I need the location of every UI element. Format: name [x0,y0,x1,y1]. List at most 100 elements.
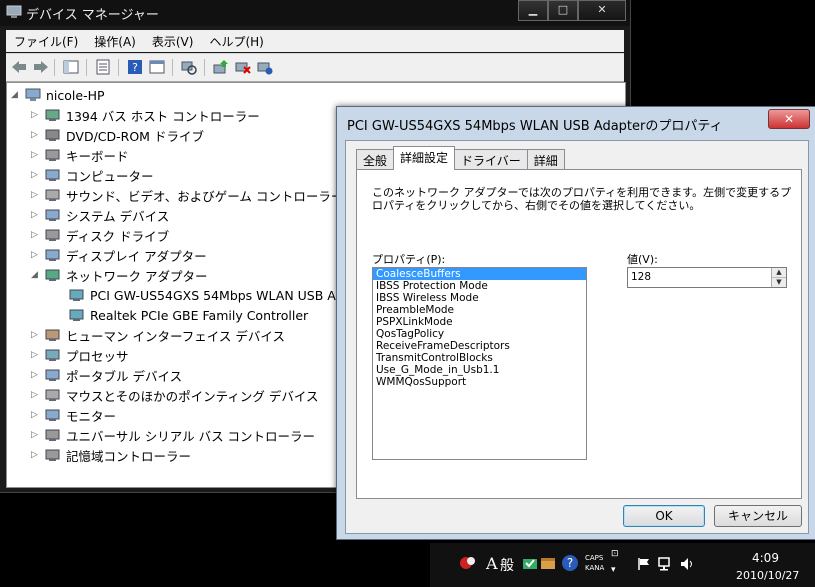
tree-item[interactable]: ▷ ユニバーサル シリアル バス コントローラー [31,425,315,445]
tree-item[interactable]: ▷ システム デバイス [31,205,169,225]
tree-item-label: ディスプレイ アダプター [66,248,207,264]
tree-item[interactable]: ▷ ディスク ドライブ [31,225,169,245]
help-icon[interactable]: ? [561,554,579,572]
device-category-icon [45,329,60,341]
tree-item[interactable]: ▷ マウスとそのほかのポインティング デバイス [31,385,318,405]
enable-device-icon[interactable] [256,59,274,75]
console-tree-icon[interactable] [62,59,80,75]
expand-arrow-icon[interactable]: ▷ [31,390,41,400]
device-category-icon [45,229,60,241]
tree-item[interactable]: ▷ DVD/CD-ROM ドライブ [31,125,204,145]
property-list[interactable]: CoalesceBuffers IBSS Protection Mode IBSS … [372,267,587,460]
tree-item[interactable]: Realtek PCIe GBE Family Controller [55,305,308,325]
expand-arrow-icon[interactable]: ▷ [31,330,41,340]
property-item[interactable]: CoalesceBuffers [373,268,586,280]
property-item[interactable]: IBSS Wireless Mode [373,292,586,304]
ime-pad-icon[interactable] [522,555,538,571]
dialog-close-button[interactable]: ✕ [768,109,810,129]
tree-item-label: ディスク ドライブ [66,228,170,244]
minimize-button[interactable]: ▁ [518,0,548,21]
uninstall-icon[interactable] [234,59,252,75]
tree-item[interactable]: ▷ 記憶域コントローラー [31,445,191,465]
expand-arrow-icon[interactable]: ▷ [31,410,41,420]
clock-date[interactable]: 2010/10/27 [736,569,799,582]
value-label: 値(V): [627,253,658,266]
tree-item[interactable]: ◢ ネットワーク アダプター [31,265,207,285]
title-bar[interactable]: デバイス マネージャー ▁ □ ✕ [0,0,630,26]
spin-up-icon[interactable]: ▲ [771,268,786,277]
tree-item[interactable]: ▷ 1394 バス ホスト コントローラー [31,105,260,125]
forward-icon[interactable] [32,59,50,75]
ime-tool-icon[interactable] [540,555,556,571]
menu-action[interactable]: 操作(A) [86,30,144,52]
expand-arrow-icon[interactable]: ▷ [31,430,41,440]
tab-details[interactable]: 詳細 [526,149,565,170]
scan-hardware-icon[interactable] [180,59,198,75]
ok-button[interactable]: OK [623,505,705,527]
tab-driver[interactable]: ドライバー [454,149,528,170]
tree-item[interactable]: ▷ キーボード [31,145,129,165]
tree-item[interactable]: ▷ モニター [31,405,116,425]
collapse-arrow-icon[interactable]: ◢ [11,90,21,100]
help-icon[interactable]: ? [126,59,144,75]
tree-item-label: PCI GW-US54GXS 54Mbps WLAN USB Adapter [90,287,377,303]
window-controls: ▁ □ ✕ [518,0,626,21]
maximize-button[interactable]: □ [548,0,578,21]
property-item[interactable]: PSPXLinkMode [373,316,586,328]
view-icon[interactable] [148,59,166,75]
cancel-button[interactable]: キャンセル [714,505,802,527]
tree-item[interactable]: ▷ サウンド、ビデオ、およびゲーム コントローラー [31,185,343,205]
tree-item[interactable]: ▷ ディスプレイ アダプター [31,245,207,265]
volume-icon[interactable] [680,556,696,572]
value-input[interactable] [631,270,769,284]
device-category-icon [45,409,60,421]
property-item[interactable]: Use_G_Mode_in_Usb1.1 [373,364,586,376]
action-center-flag-icon[interactable] [637,557,651,571]
property-item[interactable]: ReceiveFrameDescriptors [373,340,586,352]
property-item[interactable]: WMMQosSupport [373,376,586,388]
expand-arrow-icon[interactable]: ▷ [31,250,41,260]
back-icon[interactable] [10,59,28,75]
clock-time[interactable]: 4:09 [752,551,779,565]
dialog-title[interactable]: PCI GW-US54GXS 54Mbps WLAN USB Adapterのプ… [347,115,723,134]
expand-arrow-icon[interactable]: ▷ [31,230,41,240]
tree-item[interactable]: ▷ プロセッサ [31,345,129,365]
ime-conversion-mode[interactable]: 般 [500,555,514,575]
menu-help[interactable]: ヘルプ(H) [201,30,271,52]
menu-view[interactable]: 表示(V) [144,30,202,52]
expand-arrow-icon[interactable]: ▷ [31,450,41,460]
expand-arrow-icon[interactable]: ▷ [31,190,41,200]
expand-arrow-icon[interactable]: ▷ [31,170,41,180]
tree-item-label: マウスとそのほかのポインティング デバイス [66,388,319,404]
update-driver-icon[interactable] [212,59,230,75]
tree-root[interactable]: ◢ nicole-HP [11,85,105,105]
spin-down-icon[interactable]: ▼ [771,277,786,287]
property-item[interactable]: TransmitControlBlocks [373,352,586,364]
property-item[interactable]: IBSS Protection Mode [373,280,586,292]
property-item[interactable]: PreambleMode [373,304,586,316]
property-item[interactable]: QosTagPolicy [373,328,586,340]
tree-item[interactable]: ▷ ヒューマン インターフェイス デバイス [31,325,285,345]
expand-arrow-icon[interactable]: ▷ [31,130,41,140]
tree-item[interactable]: PCI GW-US54GXS 54Mbps WLAN USB Adapter [55,285,377,305]
expand-arrow-icon[interactable]: ▷ [31,110,41,120]
ime-options-icon[interactable]: ⊡ [611,549,619,559]
tab-general[interactable]: 全般 [356,149,395,170]
expand-arrow-icon[interactable]: ▷ [31,150,41,160]
tab-advanced[interactable]: 詳細設定 [393,146,456,170]
network-icon[interactable] [657,556,673,572]
expand-arrow-icon[interactable]: ▷ [31,370,41,380]
properties-icon[interactable] [94,59,112,75]
expand-arrow-icon[interactable]: ▷ [31,350,41,360]
svg-text:?: ? [567,556,573,570]
close-button[interactable]: ✕ [578,0,626,21]
expand-arrow-icon[interactable]: ▷ [31,210,41,220]
collapse-arrow-icon[interactable]: ◢ [31,270,41,280]
tree-item[interactable]: ▷ コンピューター [31,165,154,185]
menu-file[interactable]: ファイル(F) [6,30,86,52]
input-indicator-icon[interactable] [460,555,476,571]
tree-item[interactable]: ▷ ポータブル デバイス [31,365,182,385]
ime-menu-icon[interactable]: ▾ [611,565,616,575]
ime-input-mode[interactable]: A [486,554,498,573]
device-category-icon [45,209,60,221]
